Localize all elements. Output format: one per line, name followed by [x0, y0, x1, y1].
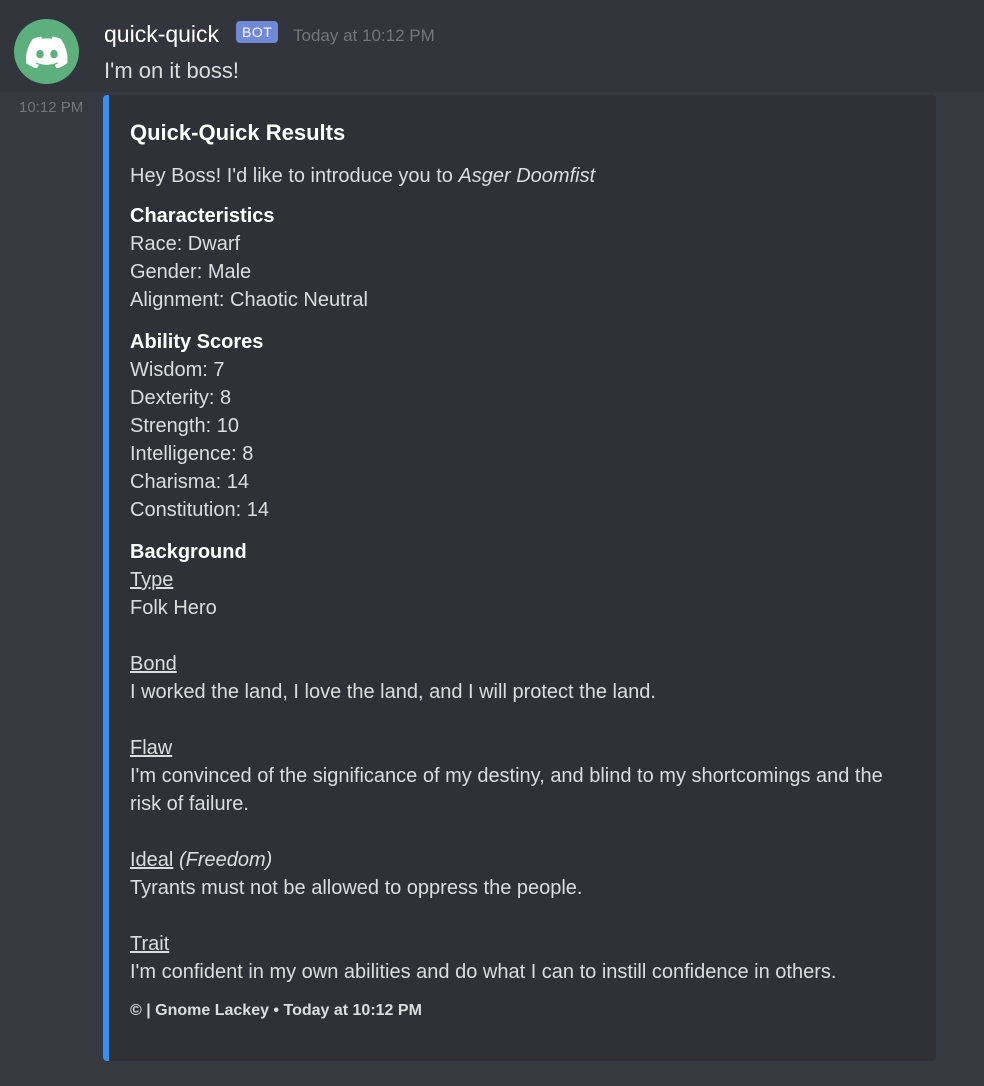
ability-scores-field: Ability Scores Wisdom: 7 Dexterity: 8 St… [130, 328, 914, 524]
trait-label: Trait [130, 933, 170, 955]
wisdom-line: Wisdom: 7 [130, 359, 225, 381]
charisma-line: Charisma: 14 [130, 471, 249, 493]
message-text: I'm on it boss! [104, 58, 240, 83]
strength-line: Strength: 10 [130, 415, 239, 437]
message-timestamp[interactable]: Today at 10:12 PM [293, 25, 435, 47]
embed-description: Hey Boss! I'd like to introduce you to A… [130, 162, 914, 190]
trait-value: I'm confident in my own abilities and do… [130, 961, 837, 983]
bond-value: I worked the land, I love the land, and … [130, 681, 656, 703]
intro-text: Hey Boss! I'd like to introduce you to [130, 165, 459, 187]
side-timestamp: 10:12 PM [19, 99, 84, 116]
message-header: quick-quick BOT Today at 10:12 PM I'm on… [0, 0, 984, 92]
ideal-qualifier: (Freedom) [178, 849, 273, 871]
username[interactable]: quick-quick [104, 20, 219, 48]
race-line: Race: Dwarf [130, 233, 241, 255]
background-field: Background Type Folk Hero Bond I worked … [130, 538, 914, 986]
ideal-label: Ideal [130, 849, 174, 871]
results-embed: Quick-Quick Results Hey Boss! I'd like t… [103, 95, 936, 1061]
constitution-line: Constitution: 14 [130, 499, 269, 521]
type-label: Type [130, 569, 174, 591]
ideal-line: Ideal (Freedom) [130, 846, 914, 874]
characteristics-heading: Characteristics [130, 205, 275, 227]
intelligence-line: Intelligence: 8 [130, 443, 254, 465]
characteristics-field: Characteristics Race: Dwarf Gender: Male… [130, 202, 914, 314]
ability-scores-heading: Ability Scores [130, 331, 264, 353]
bot-badge: BOT [236, 21, 279, 43]
type-value: Folk Hero [130, 597, 217, 619]
background-heading: Background [130, 541, 247, 563]
dexterity-line: Dexterity: 8 [130, 387, 232, 409]
discord-logo-icon[interactable] [14, 19, 79, 84]
ideal-value: Tyrants must not be allowed to oppress t… [130, 877, 583, 899]
bond-label: Bond [130, 653, 177, 675]
character-name: Asger Doomfist [458, 165, 596, 187]
flaw-label: Flaw [130, 737, 173, 759]
embed-title: Quick-Quick Results [130, 120, 346, 145]
gender-line: Gender: Male [130, 261, 252, 283]
alignment-line: Alignment: Chaotic Neutral [130, 289, 368, 311]
flaw-value: I'm convinced of the significance of my … [130, 765, 883, 815]
embed-footer: © | Gnome Lackey • Today at 10:12 PM [130, 1002, 422, 1019]
